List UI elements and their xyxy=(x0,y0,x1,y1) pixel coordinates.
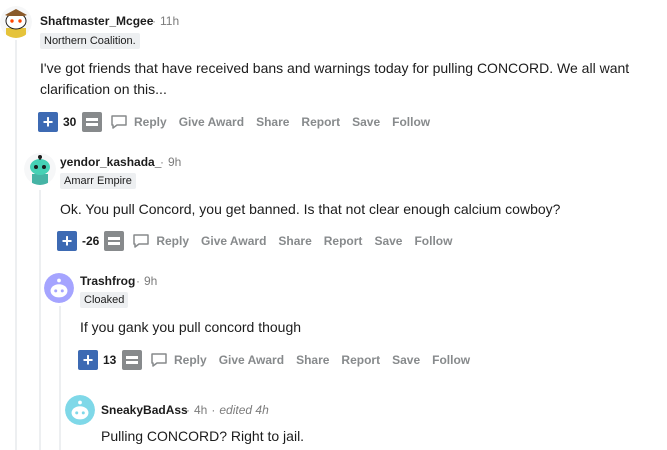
comment: SneakyBadAss · 4h · edited 4h Pulling CONCO… xyxy=(0,0,667,450)
avatar[interactable] xyxy=(65,395,95,425)
comment-body: Pulling CONCORD? Right to jail. xyxy=(101,428,305,444)
snoo-avatar-icon xyxy=(65,395,95,425)
timestamp[interactable]: · 4h · edited 4h xyxy=(186,403,269,417)
separator: · xyxy=(186,403,190,417)
username[interactable]: SneakyBadAss xyxy=(101,403,188,417)
separator: · xyxy=(211,403,216,417)
edited-label: edited 4h xyxy=(219,403,269,417)
time-text: 4h xyxy=(194,403,208,417)
